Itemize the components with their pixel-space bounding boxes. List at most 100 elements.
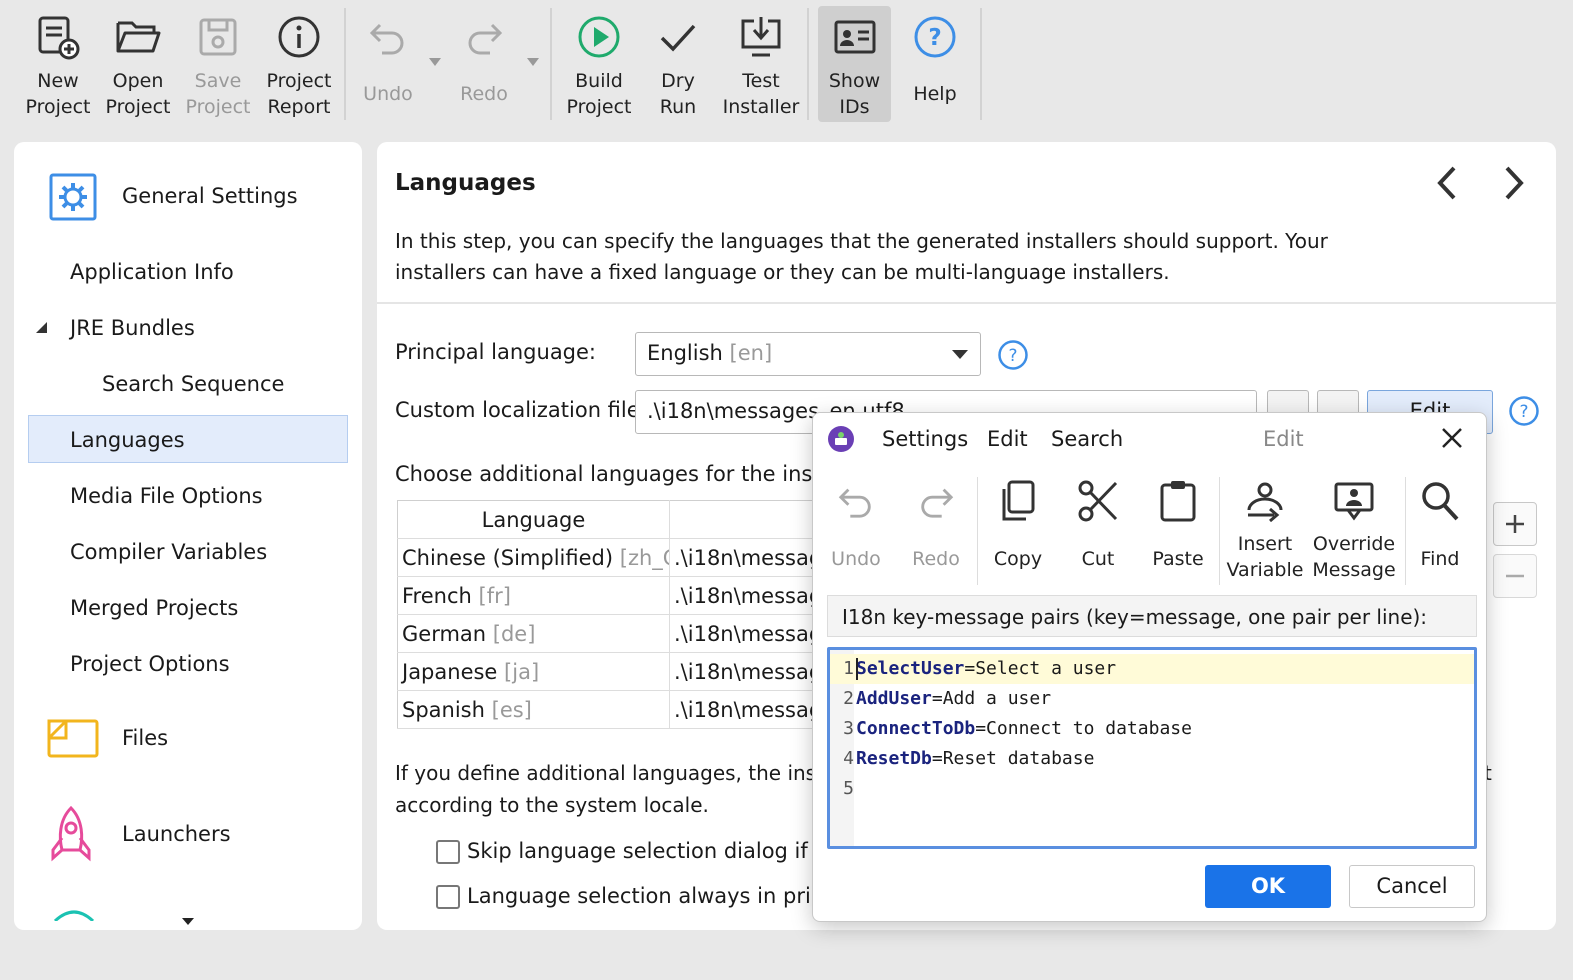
override-message-icon (1333, 471, 1375, 531)
open-project-button[interactable]: Open Project (104, 6, 172, 122)
language-code: [ja] (504, 659, 540, 684)
show-ids-label: Show IDs (828, 70, 881, 118)
cancel-button[interactable]: Cancel (1349, 865, 1475, 908)
search-icon (1420, 471, 1460, 531)
sidebar-item-project-options[interactable]: Project Options (70, 652, 230, 676)
principal-language-label: Principal language: (395, 340, 597, 364)
find-label: Find (1420, 548, 1460, 570)
line-number: 5 (843, 778, 854, 799)
message-key: ConnectToDb (856, 718, 976, 739)
language-code: [es] (491, 697, 532, 722)
toolbar-divider (344, 8, 346, 120)
ok-button[interactable]: OK (1205, 865, 1331, 908)
toolbar: New Project Open Project Save Project Pr… (0, 0, 1573, 130)
help-icon[interactable]: ? (997, 339, 1029, 376)
dialog-undo-button[interactable]: Undo (825, 471, 887, 591)
sidebar-item-label: Launchers (122, 822, 231, 846)
insert-variable-button[interactable]: Insert Variable (1225, 471, 1305, 591)
scroll-down-arrow-icon[interactable] (182, 918, 194, 925)
language-name: Spanish (402, 697, 485, 722)
table-row[interactable]: Chinese (Simplified) [zh_C... .\i18n\mes… (397, 538, 838, 577)
find-button[interactable]: Find (1411, 471, 1469, 591)
text-cursor (856, 658, 858, 680)
table-row[interactable]: Spanish [es] .\i18n\messag (397, 690, 838, 729)
save-project-label: Save Project (185, 70, 251, 118)
code-line: 1 SelectUser=Select a user (830, 654, 1474, 684)
insert-variable-icon (1244, 471, 1286, 531)
code-line: 2 AddUser=Add a user (830, 684, 1474, 714)
principal-language-option-label: Language selection always in princip (467, 884, 855, 908)
table-row[interactable]: Japanese [ja] .\i18n\messag (397, 652, 838, 691)
new-project-button[interactable]: New Project (22, 6, 94, 122)
redo-button[interactable]: Redo (452, 6, 516, 122)
dialog-redo-button[interactable]: Redo (905, 471, 967, 591)
language-name: Chinese (Simplified) (402, 545, 614, 570)
sidebar-item-languages[interactable]: Languages (70, 428, 185, 452)
clipboard-icon (1159, 471, 1197, 531)
files-icon (46, 716, 100, 765)
add-language-button[interactable] (1493, 502, 1537, 546)
svg-text:?: ? (1519, 402, 1528, 422)
redo-icon (917, 471, 955, 531)
sidebar-item-label: Files (122, 726, 169, 750)
code-line: 3 ConnectToDb=Connect to database (830, 714, 1474, 744)
sidebar-item-launchers[interactable]: Launchers (14, 798, 362, 868)
help-icon: ? (913, 6, 957, 68)
menu-edit[interactable]: Edit (987, 427, 1028, 451)
sidebar-item-jre-bundles[interactable]: JRE Bundles (70, 316, 195, 340)
close-icon[interactable] (1440, 426, 1464, 455)
sidebar-item-application-info[interactable]: Application Info (70, 260, 234, 284)
project-report-button[interactable]: Project Report (262, 6, 336, 122)
table-row[interactable]: French [fr] .\i18n\messag (397, 576, 838, 615)
language-name: Japanese (402, 659, 498, 684)
forward-chevron-icon[interactable] (1501, 164, 1529, 207)
new-project-icon (36, 6, 80, 68)
column-header-language[interactable]: Language (397, 500, 670, 539)
sidebar-item-general-settings[interactable]: General Settings (14, 162, 362, 232)
remove-language-button[interactable] (1493, 554, 1537, 598)
build-project-button[interactable]: Build Project (563, 6, 635, 122)
paste-button[interactable]: Paste (1147, 471, 1209, 591)
sidebar-item-compiler-variables[interactable]: Compiler Variables (70, 540, 267, 564)
sidebar-item-files[interactable]: Files (14, 708, 362, 768)
menu-settings[interactable]: Settings (882, 427, 968, 451)
dialog-title: Edit (1263, 427, 1304, 451)
copy-icon (1000, 471, 1036, 531)
undo-button[interactable]: Undo (356, 6, 420, 122)
cut-button[interactable]: Cut (1067, 471, 1129, 591)
save-project-button[interactable]: Save Project (183, 6, 253, 122)
principal-language-checkbox[interactable] (436, 885, 460, 909)
custom-localization-label: Custom localization file: (395, 398, 647, 422)
page-title: Languages (395, 170, 536, 196)
language-code: [zh_C... (619, 545, 669, 570)
help-icon[interactable]: ? (1508, 395, 1540, 432)
copy-button[interactable]: Copy (987, 471, 1049, 591)
table-row[interactable]: German [de] .\i18n\messag (397, 614, 838, 653)
override-message-label: Override Message (1312, 533, 1396, 581)
toolbar-divider (807, 8, 809, 120)
test-installer-button[interactable]: Test Installer (722, 6, 800, 122)
show-ids-button[interactable]: Show IDs (818, 6, 891, 122)
sidebar-item-merged-projects[interactable]: Merged Projects (70, 596, 238, 620)
help-button[interactable]: ? Help (905, 6, 965, 122)
editor-label-bar: I18n key-message pairs (key=message, one… (827, 595, 1477, 637)
additional-languages-label: Choose additional languages for the inst… (395, 462, 859, 486)
sidebar-item-search-sequence[interactable]: Search Sequence (102, 372, 284, 396)
sidebar-item-media-file-options[interactable]: Media File Options (70, 484, 263, 508)
redo-dropdown-arrow-icon[interactable] (527, 58, 539, 66)
message-value: =Connect to database (975, 718, 1192, 739)
principal-language-select[interactable]: English [en] (635, 332, 981, 376)
language-code: [de] (492, 621, 536, 646)
menu-search[interactable]: Search (1051, 427, 1123, 451)
undo-label: Undo (363, 83, 413, 105)
dry-run-button[interactable]: Dry Run (650, 6, 706, 122)
back-chevron-icon[interactable] (1432, 164, 1460, 207)
collapse-triangle-icon[interactable] (36, 322, 47, 333)
override-message-button[interactable]: Override Message (1311, 471, 1397, 591)
code-editor[interactable]: 1 SelectUser=Select a user 2 AddUser=Add… (827, 647, 1477, 849)
installer-icon (52, 902, 96, 926)
undo-dropdown-arrow-icon[interactable] (429, 58, 441, 66)
checkmark-icon (658, 6, 698, 68)
message-value: =Select a user (964, 658, 1117, 679)
skip-language-dialog-checkbox[interactable] (436, 840, 460, 864)
